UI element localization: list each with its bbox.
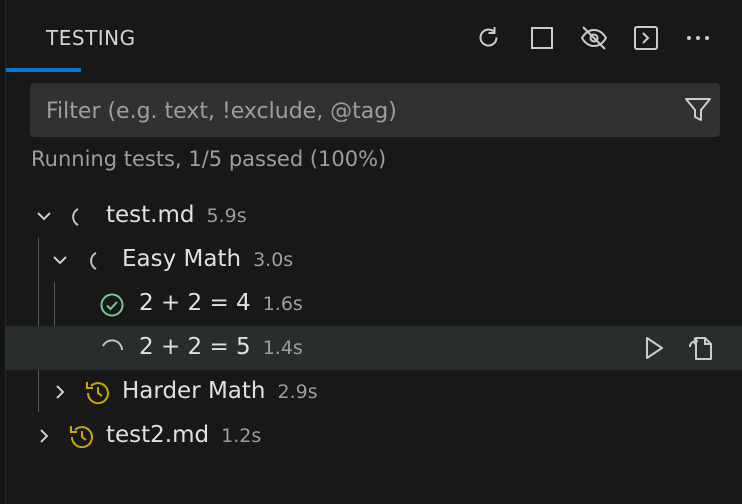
- test-name: 2 + 2 = 4: [139, 290, 251, 316]
- tree-item-label: Easy Math 3.0s: [122, 246, 293, 272]
- tree-item-test-1[interactable]: 2 + 2 = 4 1.6s: [6, 282, 742, 326]
- test-name: Easy Math: [122, 246, 242, 272]
- active-tab-indicator: [6, 68, 81, 72]
- go-to-test-icon[interactable]: [685, 332, 717, 364]
- tree-item-test-2[interactable]: 2 + 2 = 5 1.4s: [6, 326, 742, 370]
- test-duration: 5.9s: [206, 205, 247, 227]
- loading-spinner-icon: [80, 247, 108, 275]
- eye-hidden-icon[interactable]: [578, 22, 610, 54]
- test-duration: 1.2s: [221, 425, 262, 447]
- history-queued-icon: [83, 379, 111, 407]
- test-duration: 2.9s: [277, 381, 318, 403]
- test-status-text: Running tests, 1/5 passed (100%): [31, 147, 387, 171]
- stop-icon[interactable]: [526, 22, 558, 54]
- tree-item-harder-math[interactable]: Harder Math 2.9s: [6, 370, 742, 414]
- refresh-icon[interactable]: [473, 22, 505, 54]
- test-name: test2.md: [106, 422, 210, 448]
- more-icon[interactable]: [682, 22, 714, 54]
- test-duration: 1.6s: [262, 293, 303, 315]
- tree-item-label: 2 + 2 = 5 1.4s: [139, 334, 303, 360]
- test-duration: 1.4s: [262, 337, 303, 359]
- test-name: Harder Math: [122, 378, 266, 404]
- run-test-icon[interactable]: [638, 332, 670, 364]
- tree-item-test-md[interactable]: test.md 5.9s: [6, 194, 742, 238]
- tree-item-easy-math[interactable]: Easy Math 3.0s: [6, 238, 742, 282]
- chevron-down-icon[interactable]: [48, 248, 72, 272]
- tree-item-label: 2 + 2 = 4 1.6s: [139, 290, 303, 316]
- test-name: 2 + 2 = 5: [139, 334, 251, 360]
- filter-input[interactable]: [44, 83, 668, 139]
- tree-item-label: Harder Math 2.9s: [122, 378, 318, 404]
- passed-check-icon: [98, 291, 126, 319]
- loading-spinner-icon: [62, 203, 90, 231]
- loading-spinner-icon: [98, 335, 126, 363]
- history-queued-icon: [67, 423, 95, 451]
- terminal-icon[interactable]: [630, 22, 662, 54]
- test-duration: 3.0s: [253, 249, 294, 271]
- panel-title: TESTING: [46, 26, 136, 50]
- test-name: test.md: [106, 202, 195, 228]
- tree-item-label: test.md 5.9s: [106, 202, 247, 228]
- tree-item-label: test2.md 1.2s: [106, 422, 261, 448]
- chevron-right-icon[interactable]: [32, 424, 56, 448]
- tree-item-test2-md[interactable]: test2.md 1.2s: [6, 414, 742, 458]
- chevron-down-icon[interactable]: [32, 204, 56, 228]
- chevron-right-icon[interactable]: [48, 380, 72, 404]
- filter-box: [30, 83, 720, 139]
- filter-icon[interactable]: [682, 94, 714, 126]
- panel-header: TESTING: [6, 0, 742, 72]
